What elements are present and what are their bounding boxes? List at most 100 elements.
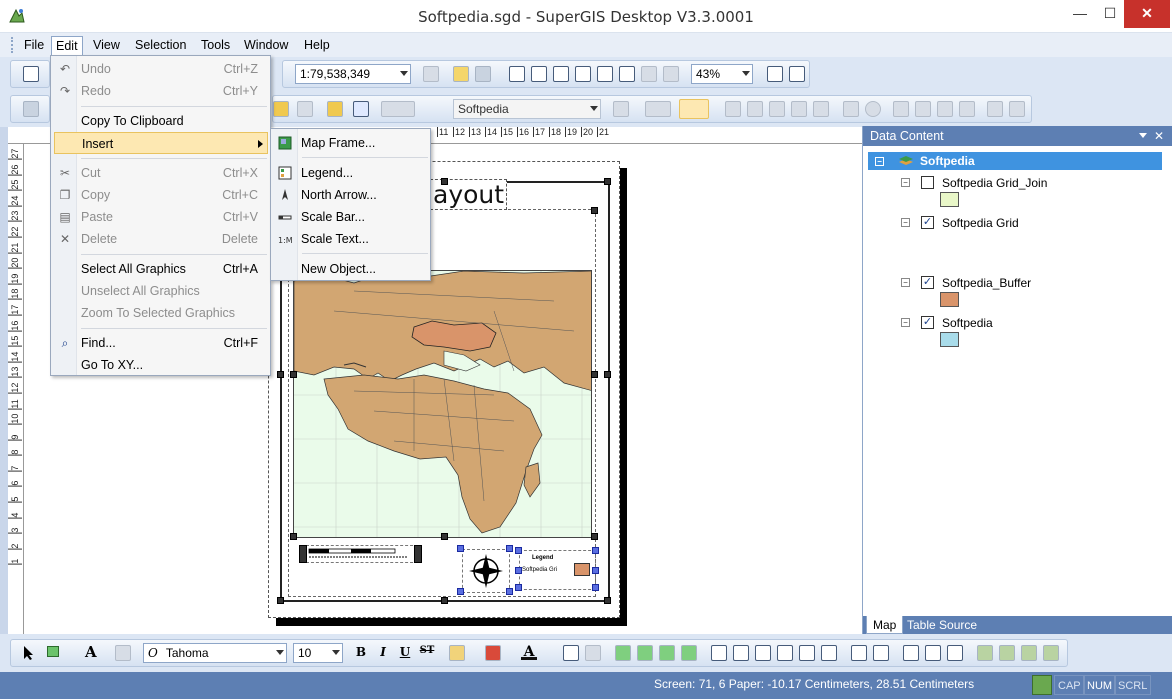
page-setup-icon[interactable] [767, 66, 783, 82]
zoom-whole-page-icon[interactable] [575, 66, 591, 82]
strikethrough-button[interactable]: ST [417, 645, 437, 661]
menu-redo[interactable]: ↷ Redo Ctrl+Y [54, 80, 268, 102]
bring-forward-icon[interactable] [659, 645, 675, 661]
attribute-tool-icon[interactable] [987, 101, 1003, 117]
whats-this-icon[interactable] [475, 66, 491, 82]
menu-edit[interactable]: Edit [51, 36, 83, 55]
menu-north-arrow[interactable]: North Arrow... [274, 184, 429, 206]
font-name-combo[interactable]: O Tahoma [143, 643, 287, 663]
resize-handle[interactable] [290, 533, 297, 540]
refresh-icon[interactable] [353, 101, 369, 117]
resize-handle[interactable] [592, 567, 599, 574]
align-bottom-icon[interactable] [821, 645, 837, 661]
flip-horizontal-icon[interactable] [1021, 645, 1037, 661]
zoom-actual-icon[interactable] [597, 66, 613, 82]
collapse-icon[interactable]: − [901, 278, 910, 287]
same-width-icon[interactable] [903, 645, 919, 661]
eraser-tool-icon[interactable] [1009, 101, 1025, 117]
rectangle-draw-icon[interactable] [47, 646, 59, 657]
sketch-tool-icon[interactable] [645, 101, 671, 117]
layer-visibility-checkbox[interactable]: ✓ [921, 316, 934, 329]
next-extent-icon[interactable] [663, 66, 679, 82]
split-tool-icon[interactable] [813, 101, 829, 117]
new-file-icon[interactable] [23, 66, 39, 82]
collapse-icon[interactable]: − [901, 178, 910, 187]
rotate-left-icon[interactable] [977, 645, 993, 661]
align-left-icon[interactable] [711, 645, 727, 661]
target-layer-combo[interactable]: Softpedia [453, 99, 601, 119]
zoom-in-fixed-icon[interactable] [509, 66, 525, 82]
zoom-fit-icon[interactable] [619, 66, 635, 82]
send-backward-icon[interactable] [681, 645, 697, 661]
distribute-vertical-icon[interactable] [873, 645, 889, 661]
maximize-button[interactable]: ☐ [1095, 0, 1125, 28]
resize-handle[interactable] [299, 545, 307, 563]
menu-insert[interactable]: Insert [54, 132, 268, 154]
legend-element[interactable]: Legend Softpedia Gri [519, 550, 596, 590]
send-to-back-icon[interactable] [637, 645, 653, 661]
previous-extent-icon[interactable] [641, 66, 657, 82]
align-right-icon[interactable] [755, 645, 771, 661]
layer-symbol-swatch[interactable] [940, 332, 959, 347]
zoom-in-icon[interactable] [23, 101, 39, 117]
bring-to-front-icon[interactable] [615, 645, 631, 661]
vertex-tool-icon[interactable] [747, 101, 763, 117]
layer-visibility-checkbox[interactable]: ✓ [921, 276, 934, 289]
align-center-icon[interactable] [733, 645, 749, 661]
layer-visibility-checkbox[interactable] [921, 176, 934, 189]
menu-file[interactable]: File [20, 36, 48, 55]
select-arrow-icon[interactable] [21, 645, 37, 661]
panel-dropdown-icon[interactable] [1139, 133, 1147, 138]
zoom-percent-combo[interactable]: 43% [691, 64, 753, 84]
line-color-icon[interactable] [485, 645, 501, 661]
align-middle-icon[interactable] [799, 645, 815, 661]
menu-map-frame[interactable]: Map Frame... [274, 132, 429, 154]
underline-button[interactable]: U [397, 645, 413, 661]
scale-bar-element[interactable] [306, 545, 418, 563]
align-top-icon[interactable] [777, 645, 793, 661]
north-arrow-element[interactable] [462, 549, 510, 593]
measure-icon[interactable] [297, 101, 313, 117]
menu-unselect-all-graphics[interactable]: Unselect All Graphics [54, 280, 268, 302]
font-size-combo[interactable]: 10 [293, 643, 343, 663]
resize-handle[interactable] [457, 588, 464, 595]
layer-visibility-checkbox[interactable]: ✓ [921, 216, 934, 229]
menu-help[interactable]: Help [300, 36, 334, 55]
resize-handle[interactable] [515, 567, 522, 574]
rectangle-tool-icon[interactable] [843, 101, 859, 117]
resize-handle[interactable] [506, 545, 513, 552]
identify-feature-icon[interactable] [273, 101, 289, 117]
edit-layer-icon[interactable] [381, 101, 415, 117]
menu-undo[interactable]: ↶ Undo Ctrl+Z [54, 58, 268, 80]
map-scale-combo[interactable]: 1:79,538,349 [295, 64, 411, 84]
menu-select-all-graphics[interactable]: Select All Graphics Ctrl+A [54, 258, 268, 280]
line-tool-icon[interactable] [725, 101, 741, 117]
resize-handle[interactable] [506, 588, 513, 595]
menu-paste[interactable]: ▤ Paste Ctrl+V [54, 206, 268, 228]
italic-button[interactable]: I [375, 645, 391, 661]
resize-handle[interactable] [592, 547, 599, 554]
menu-find[interactable]: ⌕ Find... Ctrl+F [54, 332, 268, 354]
help-icon[interactable] [453, 66, 469, 82]
distribute-horizontal-icon[interactable] [851, 645, 867, 661]
edit-tool-icon[interactable] [613, 101, 629, 117]
minimize-button[interactable]: — [1065, 0, 1095, 28]
collapse-icon[interactable]: − [875, 157, 884, 166]
union-tool-icon[interactable] [915, 101, 931, 117]
resize-handle[interactable] [277, 597, 284, 604]
layer-symbol-swatch[interactable] [940, 292, 959, 307]
collapse-icon[interactable]: − [901, 218, 910, 227]
tab-table-source[interactable]: Table Source [901, 616, 983, 634]
menu-legend[interactable]: Legend... [274, 162, 429, 184]
tab-map[interactable]: Map [866, 616, 904, 634]
same-size-icon[interactable] [947, 645, 963, 661]
menu-new-object[interactable]: New Object... [274, 258, 429, 280]
clip-tool-icon[interactable] [959, 101, 975, 117]
intersect-tool-icon[interactable] [937, 101, 953, 117]
pan-layout-icon[interactable] [553, 66, 569, 82]
resize-handle[interactable] [290, 371, 297, 378]
menu-go-to-xy[interactable]: Go To XY... [54, 354, 268, 376]
resize-handle[interactable] [441, 178, 448, 185]
select-feature-icon[interactable] [327, 101, 343, 117]
panel-close-icon[interactable]: ✕ [1154, 126, 1164, 146]
